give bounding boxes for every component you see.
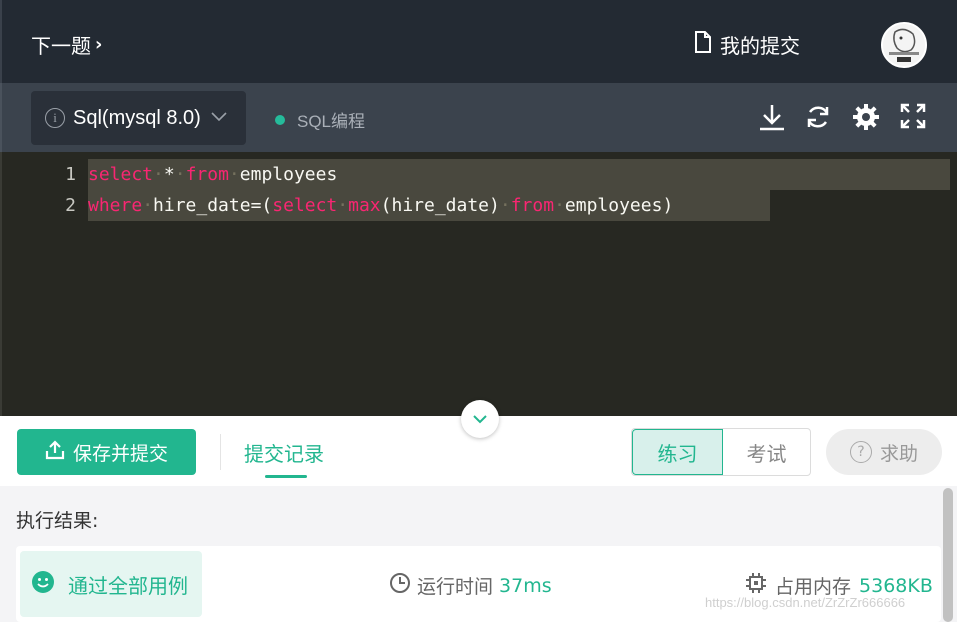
next-question-label: 下一题	[31, 34, 91, 58]
next-question-link[interactable]: 下一题 ›	[31, 30, 102, 59]
save-submit-button[interactable]: 保存并提交	[17, 429, 196, 475]
divider	[220, 434, 221, 470]
runtime-value: 37ms	[499, 574, 552, 597]
practice-toggle[interactable]: 练习	[632, 429, 723, 475]
avatar[interactable]	[881, 22, 927, 68]
download-icon[interactable]	[757, 102, 787, 132]
scrollbar[interactable]	[943, 488, 953, 622]
language-select[interactable]: i Sql(mysql 8.0)	[31, 91, 246, 145]
memory-value: 5368KB	[859, 574, 933, 597]
help-button[interactable]: ? 求助	[826, 429, 942, 475]
pass-status-badge: 通过全部用例	[20, 551, 202, 617]
result-card: 通过全部用例 运行时间 37ms 占用内存 5368KB	[16, 546, 941, 622]
line-number: 1	[65, 164, 76, 185]
help-label: 求助	[879, 442, 918, 465]
mode-toggle: 练习 考试	[631, 428, 811, 476]
language-label: Sql(mysql 8.0)	[73, 106, 201, 129]
code-line[interactable]: 1 select·*·from·employees	[0, 159, 337, 190]
code-text: select·*·from·employees	[88, 164, 338, 185]
code-text: where·hire_date=(select·max(hire_date)·f…	[88, 195, 674, 216]
smile-icon	[32, 570, 54, 598]
my-submissions-label: 我的提交	[720, 34, 800, 58]
gear-icon[interactable]	[851, 102, 881, 132]
chevron-down-icon	[473, 414, 487, 423]
mode-label: SQL编程	[297, 112, 366, 131]
exam-toggle[interactable]: 考试	[723, 429, 810, 475]
editor-toolbar: i Sql(mysql 8.0) SQL编程	[0, 83, 957, 152]
active-tab-indicator	[265, 475, 307, 478]
left-edge	[0, 83, 2, 152]
tab-submit-history[interactable]: 提交记录	[244, 438, 324, 467]
chevron-down-icon	[211, 110, 227, 126]
question-icon: ?	[849, 441, 872, 463]
clock-icon	[389, 572, 411, 599]
mode-indicator: SQL编程	[275, 107, 365, 132]
code-editor[interactable]: 1 select·*·from·employees 2 where·hire_d…	[0, 152, 957, 416]
left-edge	[0, 0, 2, 83]
reset-icon[interactable]	[803, 102, 833, 132]
collapse-editor-button[interactable]	[461, 400, 499, 438]
chevron-right-icon: ›	[95, 34, 103, 55]
pass-status-label: 通过全部用例	[68, 573, 188, 598]
document-icon	[694, 31, 712, 58]
status-dot-icon	[275, 114, 285, 125]
line-number: 2	[65, 195, 76, 216]
upload-icon	[45, 439, 65, 465]
watermark: https://blog.csdn.net/ZrZrZr666666	[705, 595, 906, 610]
code-line[interactable]: 2 where·hire_date=(select·max(hire_date)…	[0, 190, 673, 221]
runtime-label: 运行时间	[417, 576, 494, 598]
result-title: 执行结果:	[16, 510, 99, 532]
my-submissions-link[interactable]: 我的提交	[694, 30, 800, 59]
save-submit-label: 保存并提交	[72, 442, 168, 465]
runtime-stat: 运行时间 37ms	[389, 572, 552, 599]
info-icon: i	[45, 108, 65, 128]
top-bar: 下一题 › 我的提交	[0, 0, 957, 83]
fullscreen-icon[interactable]	[899, 102, 929, 132]
